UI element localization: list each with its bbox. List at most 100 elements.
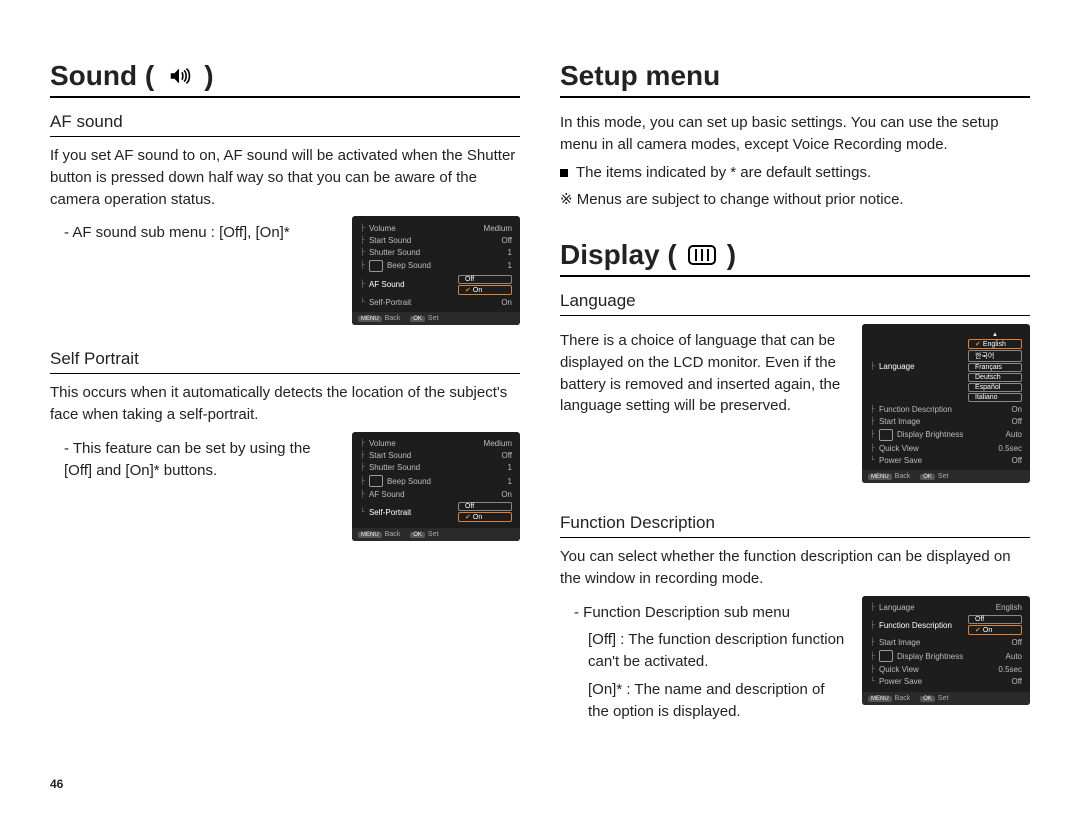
menu-item-label: Quick View	[879, 444, 919, 453]
self-portrait-heading: Self Portrait	[50, 349, 520, 374]
self-portrait-desc: This occurs when it automatically detect…	[50, 382, 520, 426]
menu-item: ├Start ImageOff	[868, 637, 1024, 649]
menu-item-value: Off	[1011, 677, 1022, 686]
manual-page: Sound ( ) AF sound If you set AF sound t…	[0, 0, 1080, 815]
menu-item: └Power SaveOff	[868, 676, 1024, 688]
menu-item: ├Start SoundOff	[358, 234, 514, 246]
menu-item-value: On	[1011, 405, 1022, 414]
menu-item-value: On	[501, 298, 512, 307]
menu-item-label: Beep Sound	[387, 261, 431, 270]
menu-item-label: Language	[879, 362, 915, 371]
menu-item: ├Quick View0.5sec	[868, 442, 1024, 454]
menu-item-value: Auto	[1006, 430, 1022, 439]
menu-item: ├AF SoundOffOn	[358, 273, 514, 296]
menu-footer: MENUBackOKSet	[352, 528, 520, 541]
menu-item-value: Off	[501, 451, 512, 460]
function-description-heading: Function Description	[560, 513, 1030, 538]
page-number: 46	[50, 777, 63, 791]
menu-item-label: Language	[879, 603, 915, 612]
menu-item-label: Start Sound	[369, 451, 411, 460]
title-text: Sound (	[50, 60, 154, 92]
menu-item: ├Function DescriptionOffOn	[868, 614, 1024, 637]
menu-item: ├Quick View0.5sec	[868, 664, 1024, 676]
menu-item-value: Off	[501, 236, 512, 245]
menu-item-label: Start Image	[879, 417, 920, 426]
fd-bullet-top: - Function Description sub menu	[574, 602, 848, 624]
menu-language-option: 한국어	[968, 350, 1022, 362]
display-icon	[687, 244, 717, 266]
menu-item-value: Off	[1011, 417, 1022, 426]
left-column: Sound ( ) AF sound If you set AF sound t…	[50, 60, 520, 785]
menu-item-label: Volume	[369, 439, 396, 448]
setup-change-note: ※ Menus are subject to change without pr…	[560, 189, 1030, 211]
menu-item-label: Shutter Sound	[369, 463, 420, 472]
menu-item-value: English	[996, 603, 1022, 612]
menu-item-label: AF Sound	[369, 490, 405, 499]
af-sound-desc: If you set AF sound to on, AF sound will…	[50, 145, 520, 210]
menu-item-value: On	[501, 490, 512, 499]
menu-language-option: English	[968, 339, 1022, 349]
setup-menu-title: Setup menu	[560, 60, 1030, 98]
menu-footer: MENUBackOKSet	[862, 470, 1030, 483]
menu-item: └Power SaveOff	[868, 454, 1024, 466]
menu-item: ├Function DescriptionOn	[868, 403, 1024, 415]
self-portrait-menu-screenshot: ├VolumeMedium├Start SoundOff├Shutter Sou…	[352, 432, 520, 541]
fd-line-on: [On]* : The name and description of the …	[574, 679, 848, 723]
setup-desc: In this mode, you can set up basic setti…	[560, 112, 1030, 156]
display-section-icon	[879, 650, 893, 662]
menu-sub-option: On	[458, 512, 512, 522]
menu-item: ├LanguageEnglish	[868, 602, 1024, 614]
title-text-end: )	[204, 60, 213, 92]
menu-item-value: 1	[508, 248, 512, 257]
display-section-icon	[879, 429, 893, 441]
menu-item-value: Medium	[484, 439, 512, 448]
menu-language-option: Español	[968, 383, 1022, 392]
menu-sub-option: On	[968, 625, 1022, 635]
menu-item: ├Shutter Sound1	[358, 462, 514, 474]
menu-item: ├Start SoundOff	[358, 450, 514, 462]
menu-item-value: Off	[1011, 456, 1022, 465]
menu-language-option: Italiano	[968, 393, 1022, 402]
menu-item-label: Self-Portrait	[369, 508, 411, 517]
menu-item-value: 1	[508, 261, 512, 270]
menu-item-label: AF Sound	[369, 280, 405, 289]
fd-line-off: [Off] : The function description functio…	[574, 629, 848, 673]
menu-item-value: 0.5sec	[998, 444, 1022, 453]
af-sound-submenu-text: - AF sound sub menu : [Off], [On]*	[64, 222, 338, 244]
language-menu-screenshot: ├Language▲English한국어FrançaisDeutschEspañ…	[862, 324, 1030, 483]
menu-item-value: 1	[508, 477, 512, 486]
menu-item-label: Beep Sound	[387, 477, 431, 486]
menu-item: └Self-PortraitOn	[358, 296, 514, 308]
af-sound-menu-screenshot: ├VolumeMedium├Start SoundOff├Shutter Sou…	[352, 216, 520, 325]
display-title-text: Display (	[560, 239, 677, 271]
setup-default-note-text: The items indicated by * are default set…	[576, 164, 871, 181]
menu-item-value: 0.5sec	[998, 665, 1022, 674]
menu-item: ├AF SoundOn	[358, 489, 514, 501]
menu-item-label: Display Brightness	[897, 652, 963, 661]
right-column: Setup menu In this mode, you can set up …	[560, 60, 1030, 785]
display-section-title: Display ( )	[560, 239, 1030, 277]
menu-item-label: Function Description	[879, 405, 952, 414]
menu-footer: MENUBackOKSet	[352, 312, 520, 325]
display-title-end: )	[727, 239, 736, 271]
menu-item-label: Power Save	[879, 456, 922, 465]
sound-section-icon	[369, 260, 383, 272]
menu-item-value: Auto	[1006, 652, 1022, 661]
menu-language-option: Français	[968, 363, 1022, 372]
menu-item: ├Shutter Sound1	[358, 246, 514, 258]
menu-item-value: Off	[1011, 638, 1022, 647]
menu-sub-option: Off	[458, 502, 512, 511]
language-desc: There is a choice of language that can b…	[560, 330, 848, 417]
sound-section-icon	[369, 475, 383, 487]
function-description-menu-screenshot: ├LanguageEnglish├Function DescriptionOff…	[862, 596, 1030, 705]
menu-item: ├Display BrightnessAuto	[868, 427, 1024, 442]
sound-section-title: Sound ( )	[50, 60, 520, 98]
menu-item: ├Beep Sound1	[358, 474, 514, 489]
menu-item: ├Beep Sound1	[358, 258, 514, 273]
menu-item-label: Volume	[369, 224, 396, 233]
menu-sub-option: Off	[458, 275, 512, 284]
self-portrait-bullet: - This feature can be set by using the […	[64, 438, 338, 482]
menu-item: ├VolumeMedium	[358, 438, 514, 450]
menu-item-label: Function Description	[879, 621, 952, 630]
menu-item-label: Power Save	[879, 677, 922, 686]
